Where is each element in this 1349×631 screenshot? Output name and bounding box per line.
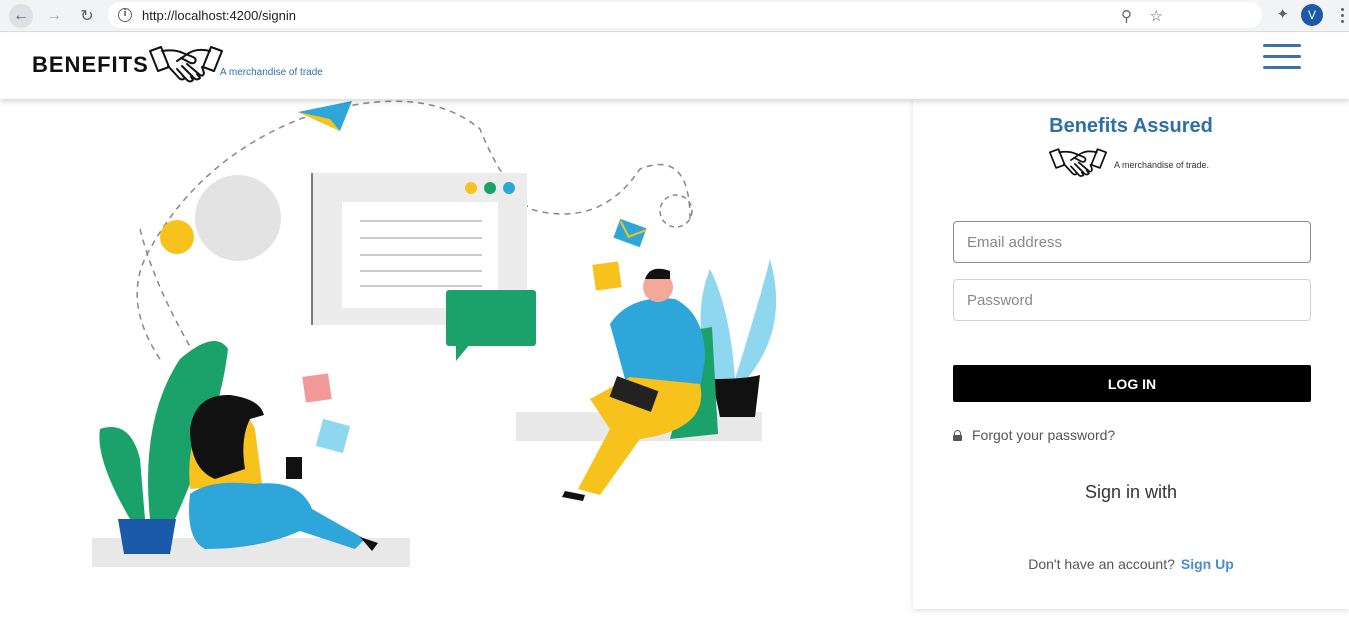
back-arrow-icon[interactable]: ← (9, 4, 33, 28)
bookmark-star-icon[interactable]: ☆ (1150, 7, 1163, 25)
site-info-icon[interactable]: i (118, 8, 132, 22)
brand-tagline: A merchandise of trade (220, 67, 323, 78)
browser-toolbar: ← → ↻ i http://localhost:4200/signin ⚲ ☆… (0, 0, 1349, 32)
app-header: BENEFITS A merchandise of trade (0, 33, 1349, 99)
sign-in-with-heading: Sign in with (1084, 482, 1178, 502)
extensions-puzzle-icon[interactable]: ✦ (1276, 5, 1289, 23)
handshake-logo-icon (1048, 148, 1108, 177)
hamburger-menu-icon[interactable] (1263, 44, 1301, 70)
password-field[interactable] (953, 279, 1311, 321)
brand-name: BENEFITS (32, 52, 149, 77)
no-account-text: Don't have an account? (1028, 556, 1175, 572)
email-field[interactable] (953, 221, 1311, 263)
forgot-password-link[interactable]: Forgot your password? (953, 427, 1115, 443)
reload-icon[interactable]: ↻ (75, 4, 99, 28)
handshake-logo-icon (149, 46, 223, 83)
forgot-password-label: Forgot your password? (972, 427, 1116, 443)
signup-link[interactable]: Sign Up (1181, 556, 1234, 572)
address-url: http://localhost:4200/signin (142, 7, 296, 23)
panel-tagline: A merchandise of trade. (1114, 160, 1210, 170)
lock-icon (953, 429, 962, 441)
zoom-icon[interactable]: ⚲ (1121, 7, 1132, 25)
forward-arrow-icon[interactable]: → (42, 4, 66, 28)
hero-illustration (92, 100, 777, 567)
address-bar[interactable]: i http://localhost:4200/signin ⚲ ☆ (108, 2, 1262, 28)
browser-menu-icon[interactable] (1341, 6, 1345, 24)
signup-prompt: Don't have an account? Sign Up (913, 556, 1349, 572)
panel-title: Benefits Assured (1049, 115, 1213, 137)
profile-avatar[interactable]: V (1301, 4, 1323, 26)
signin-panel: Benefits Assured A merchandise of trade.… (913, 99, 1349, 609)
login-button[interactable]: LOG IN (953, 365, 1311, 402)
